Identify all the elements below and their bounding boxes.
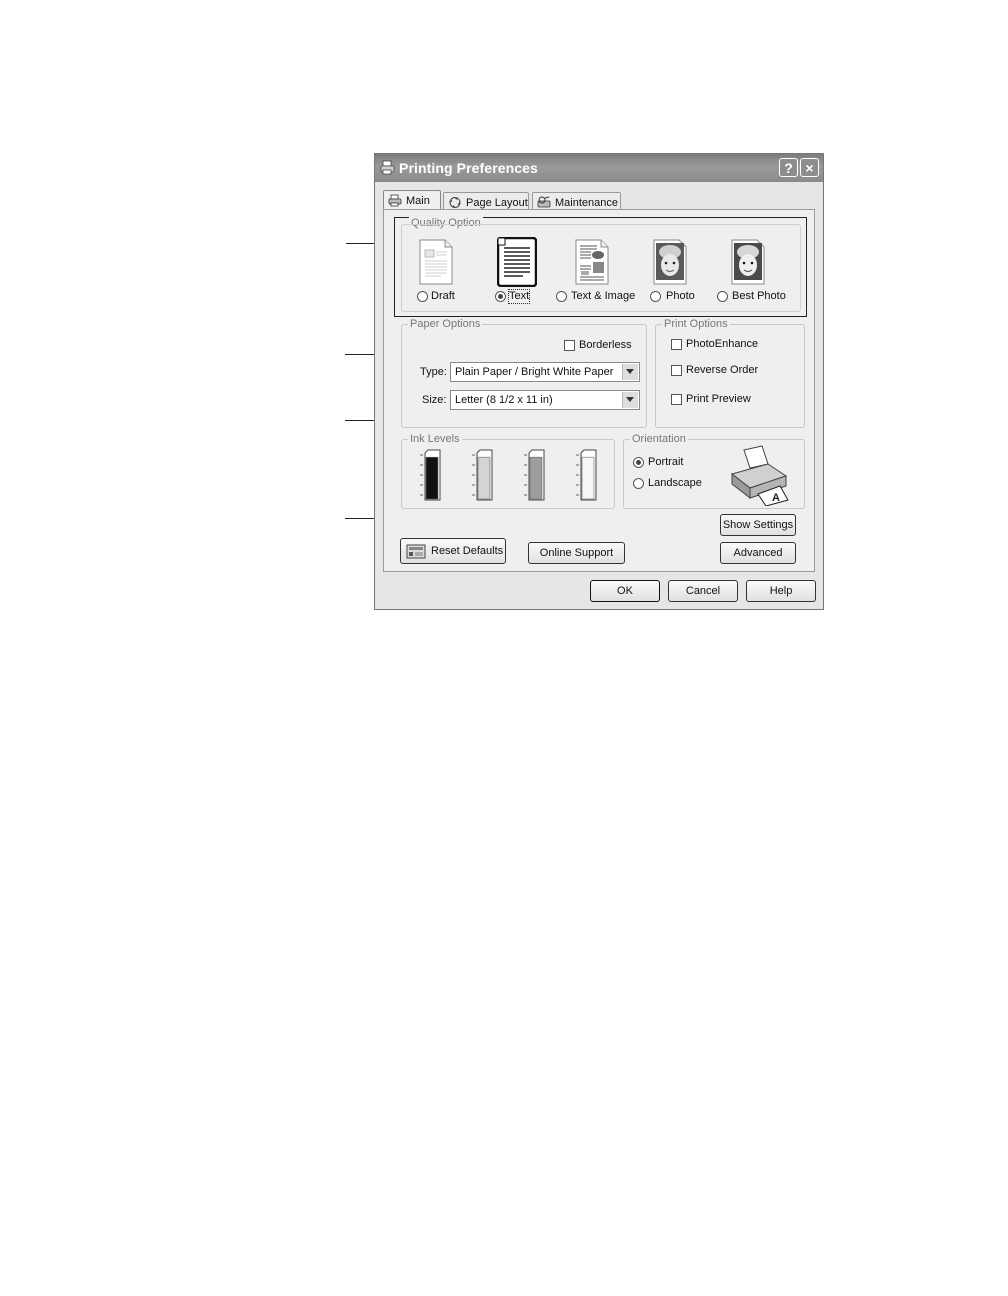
main-tab-panel: Quality Option Draft Text Text & Image P… [383,209,815,572]
size-label: Size: [422,394,447,406]
dialog-title: Printing Preferences [399,160,538,176]
title-bar[interactable]: Printing Preferences ? × [375,154,823,182]
ink-cartridge-2 [472,449,493,501]
quality-radio-text-image[interactable] [556,291,567,302]
help-title-button[interactable]: ? [779,158,798,177]
landscape-label: Landscape [648,477,702,489]
borderless-checkbox[interactable] [564,340,575,351]
chevron-down-icon[interactable] [622,364,638,380]
paper-options-group: Paper Options Borderless Type: Plain Pap… [401,318,647,428]
quality-option-group: Quality Option Draft Text Text & Image P… [394,217,807,317]
advanced-button[interactable]: Advanced [720,542,796,564]
reset-defaults-icon [406,544,426,559]
photoenhance-checkbox[interactable] [671,339,682,350]
quality-label-draft: Draft [431,290,455,302]
ink-level-fill-4 [581,456,595,500]
show-settings-button[interactable]: Show Settings [720,514,796,536]
ink-level-fill-2 [477,456,491,500]
ink-levels-group: Ink Levels [401,433,615,509]
print-preview-label: Print Preview [686,393,751,405]
quality-label-text-image: Text & Image [571,290,636,302]
quality-label-photo: Photo [666,290,695,302]
ink-level-fill-1 [425,456,439,500]
type-label: Type: [420,366,447,378]
tab-maintenance-label: Maintenance [555,197,618,209]
draft-page-icon[interactable] [419,239,453,285]
tab-page-layout-label: Page Layout [466,197,528,209]
ink-levels-label: Ink Levels [408,433,462,445]
quality-radio-best-photo[interactable] [717,291,728,302]
cancel-button[interactable]: Cancel [668,580,738,602]
printer-icon [380,160,395,175]
reset-defaults-label: Reset Defaults [431,545,504,557]
quality-label-text: Text [507,289,531,304]
orientation-label: Orientation [630,433,688,445]
orientation-group: Orientation Portrait Landscape A [623,433,805,509]
paper-type-select[interactable]: Plain Paper / Bright White Paper [450,362,640,382]
chevron-down-icon[interactable] [622,392,638,408]
ink-cartridge-1 [420,449,441,501]
print-preview-checkbox[interactable] [671,394,682,405]
print-options-group: Print Options PhotoEnhance Reverse Order… [655,318,805,428]
borderless-label: Borderless [579,339,632,351]
paper-options-label: Paper Options [408,318,483,330]
ok-button[interactable]: OK [590,580,660,602]
svg-text:A: A [772,492,780,504]
maintenance-icon [537,196,551,208]
close-button[interactable]: × [800,158,819,177]
print-options-label: Print Options [662,318,730,330]
portrait-label: Portrait [648,456,684,468]
reverse-order-checkbox[interactable] [671,365,682,376]
tab-main[interactable]: Main [383,190,441,211]
online-support-button[interactable]: Online Support [528,542,625,564]
portrait-radio[interactable] [633,457,644,468]
text-page-icon[interactable] [497,237,537,287]
paper-size-select[interactable]: Letter (8 1/2 x 11 in) [450,390,640,410]
printing-preferences-dialog: Printing Preferences ? × Main Page Layou… [374,153,824,610]
ink-level-fill-3 [529,456,543,500]
photo-page-icon[interactable] [653,239,687,285]
landscape-radio[interactable] [633,478,644,489]
quality-radio-draft[interactable] [417,291,428,302]
page-layout-icon [449,197,461,208]
reverse-order-label: Reverse Order [686,364,759,376]
tab-main-label: Main [406,195,430,207]
best-photo-page-icon[interactable] [731,239,765,285]
reset-defaults-button[interactable]: Reset Defaults [400,538,506,564]
ink-cartridge-3 [524,449,545,501]
paper-type-value: Plain Paper / Bright White Paper [455,366,614,378]
ink-cartridge-4 [576,449,597,501]
quality-label-best-photo: Best Photo [732,290,786,302]
photoenhance-label: PhotoEnhance [686,338,759,350]
help-button[interactable]: Help [746,580,816,602]
quality-radio-photo[interactable] [650,291,661,302]
text-image-page-icon[interactable] [575,239,609,285]
printer-orientation-icon: A [730,445,789,506]
printer-icon [388,194,402,207]
quality-radio-text[interactable] [495,291,506,302]
paper-size-value: Letter (8 1/2 x 11 in) [455,394,553,406]
